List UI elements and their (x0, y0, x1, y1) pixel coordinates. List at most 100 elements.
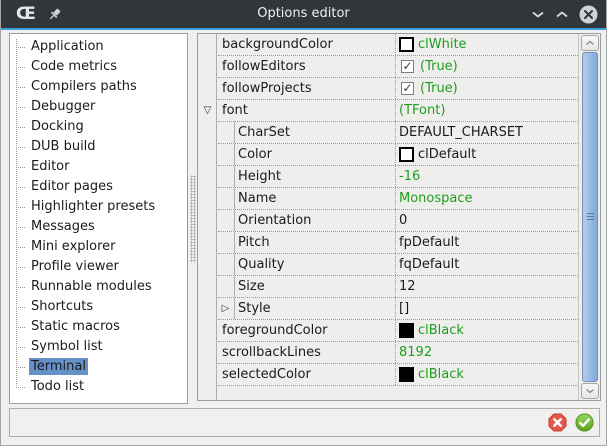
property-value-cell[interactable]: DEFAULT_CHARSET (396, 122, 578, 143)
scroll-up-arrow-icon (585, 40, 595, 46)
property-value-cell[interactable]: 8192 (396, 342, 578, 363)
property-label: font (222, 103, 248, 118)
sidebar-item[interactable]: Editor (10, 157, 187, 177)
sidebar-item[interactable]: Docking (10, 117, 187, 137)
property-row[interactable]: foregroundColor clBlack (218, 320, 578, 342)
color-swatch[interactable] (399, 147, 414, 162)
property-value-cell[interactable]: clWhite (396, 34, 578, 55)
accept-button[interactable] (575, 413, 594, 432)
active-window-accent (0, 28, 607, 30)
scrollbar-down-button[interactable] (581, 383, 599, 399)
property-label-cell: followEditors (218, 56, 396, 77)
maximize-button[interactable] (555, 10, 569, 19)
property-label-cell: selectedColor (218, 364, 396, 385)
property-row[interactable]: Color clDefault (218, 144, 578, 166)
color-swatch[interactable] (399, 37, 414, 52)
property-value-cell[interactable]: clDefault (396, 144, 578, 165)
property-value-cell[interactable]: clBlack (396, 364, 578, 385)
category-tree-panel: Application Code metrics Compilers paths… (9, 33, 188, 404)
splitter-grip-icon (190, 175, 196, 263)
property-value: 8192 (399, 345, 432, 360)
sidebar-item[interactable]: Shortcuts (10, 297, 187, 317)
property-row[interactable]: backgroundColor clWhite (218, 34, 578, 56)
sidebar-item[interactable]: DUB build (10, 137, 187, 157)
expand-arrow-icon[interactable]: ▷ (219, 302, 232, 315)
property-value-cell[interactable]: ✓ (True) (396, 56, 578, 77)
property-row[interactable]: Quality fqDefault (218, 254, 578, 276)
sidebar-item[interactable]: Profile viewer (10, 257, 187, 277)
property-value-cell[interactable]: -16 (396, 166, 578, 187)
property-row[interactable]: Orientation 0 (218, 210, 578, 232)
scrollbar-up-button[interactable] (581, 35, 599, 51)
property-row[interactable]: selectedColor clBlack (218, 364, 578, 386)
property-rows: backgroundColor clWhite followEditors ✓ … (218, 34, 578, 386)
property-label-cell: scrollbackLines (218, 342, 396, 363)
property-value-cell[interactable]: clBlack (396, 320, 578, 341)
close-icon (579, 5, 598, 24)
chevron-up-icon (555, 10, 569, 19)
titlebar[interactable]: Œ Options editor (0, 0, 607, 28)
property-label-cell: Color (218, 144, 396, 165)
minimize-button[interactable] (531, 10, 545, 19)
checkbox[interactable]: ✓ (401, 60, 414, 73)
property-value-cell[interactable]: 12 (396, 276, 578, 297)
property-label: CharSet (238, 125, 290, 140)
property-label: Orientation (238, 213, 311, 228)
sidebar-item[interactable]: Todo list (10, 377, 187, 397)
sidebar-item[interactable]: Symbol list (10, 337, 187, 357)
scrollbar-thumb[interactable] (582, 52, 598, 382)
cancel-x-icon (548, 413, 567, 432)
sidebar-item[interactable]: Messages (10, 217, 187, 237)
color-swatch[interactable] (399, 323, 414, 338)
property-row[interactable]: Style [] (218, 298, 578, 320)
checkbox[interactable]: ✓ (401, 82, 414, 95)
property-label-cell: CharSet (218, 122, 396, 143)
sidebar-item[interactable]: Code metrics (10, 57, 187, 77)
grid-scrollbar[interactable] (578, 34, 600, 400)
sidebar-item-label: Mini explorer (29, 238, 118, 255)
property-label-cell: backgroundColor (218, 34, 396, 55)
sidebar-item-label: Docking (29, 118, 86, 135)
cancel-button[interactable] (548, 413, 567, 432)
sidebar-item[interactable]: Static macros (10, 317, 187, 337)
property-row[interactable]: Pitch fpDefault (218, 232, 578, 254)
sidebar-item[interactable]: Mini explorer (10, 237, 187, 257)
property-value-cell[interactable]: ✓ (True) (396, 78, 578, 99)
property-label: selectedColor (222, 367, 311, 382)
sidebar-item-label: Application (29, 38, 106, 55)
property-row[interactable]: Height -16 (218, 166, 578, 188)
collapse-arrow-icon[interactable]: ▽ (201, 104, 214, 117)
sidebar-item-label: Shortcuts (29, 298, 95, 315)
sidebar-item[interactable]: Compilers paths (10, 77, 187, 97)
property-value-cell[interactable]: Monospace (396, 188, 578, 209)
property-value-cell[interactable]: 0 (396, 210, 578, 231)
sidebar-item-label: Editor (29, 158, 71, 175)
sidebar-item[interactable]: Runnable modules (10, 277, 187, 297)
panel-splitter[interactable] (189, 33, 197, 404)
property-value-cell[interactable]: fpDefault (396, 232, 578, 253)
property-row[interactable]: Size 12 (218, 276, 578, 298)
sidebar-item[interactable]: Debugger (10, 97, 187, 117)
sidebar-item[interactable]: Application (10, 37, 187, 57)
property-label: scrollbackLines (222, 345, 321, 360)
property-value-cell[interactable]: fqDefault (396, 254, 578, 275)
property-value-cell[interactable]: (TFont) (396, 100, 578, 121)
property-value-cell[interactable]: [] (396, 298, 578, 319)
accept-check-icon (575, 413, 594, 432)
property-row[interactable]: CharSet DEFAULT_CHARSET (218, 122, 578, 144)
property-row[interactable]: followProjects ✓ (True) (218, 78, 578, 100)
property-value: clBlack (418, 367, 464, 382)
property-value: 12 (399, 279, 416, 294)
property-label: backgroundColor (222, 37, 333, 52)
property-row[interactable]: followEditors ✓ (True) (218, 56, 578, 78)
property-label-cell: Quality (218, 254, 396, 275)
sidebar-item[interactable]: Terminal (10, 357, 187, 377)
property-row[interactable]: font (TFont) (218, 100, 578, 122)
property-row[interactable]: scrollbackLines 8192 (218, 342, 578, 364)
color-swatch[interactable] (399, 367, 414, 382)
close-button[interactable] (579, 5, 598, 24)
sidebar-item-label: Highlighter presets (29, 198, 157, 215)
property-row[interactable]: Name Monospace (218, 188, 578, 210)
sidebar-item[interactable]: Editor pages (10, 177, 187, 197)
sidebar-item[interactable]: Highlighter presets (10, 197, 187, 217)
